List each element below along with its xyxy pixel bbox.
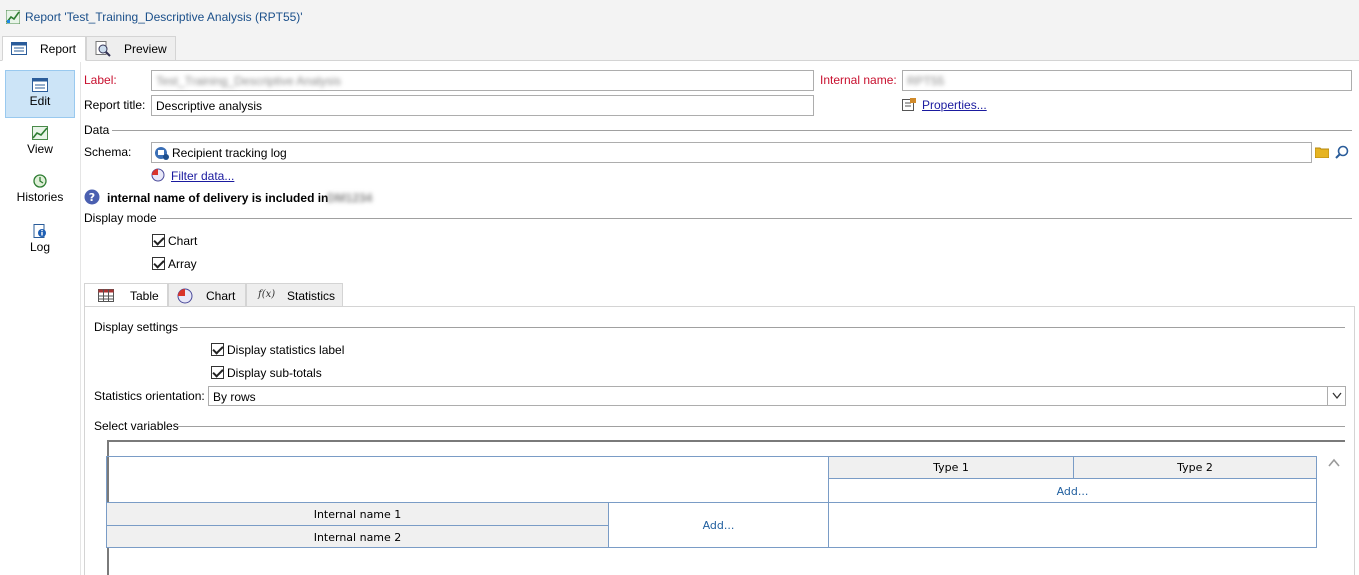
grid-data-cell: [828, 502, 1317, 548]
tab-statistics[interactable]: f(x) Statistics: [246, 283, 343, 307]
report-title-caption: Report title:: [84, 98, 146, 112]
internal-name-caption: Internal name:: [820, 73, 897, 87]
schema-caption: Schema:: [84, 145, 132, 159]
history-icon: [33, 174, 47, 188]
column-header-type-1[interactable]: Type 1: [828, 456, 1074, 479]
statistics-orientation-select[interactable]: By rows: [208, 386, 1346, 406]
tab-statistics-label: Statistics: [287, 289, 336, 303]
schema-input-value: Recipient tracking log: [172, 146, 287, 160]
display-chart-label: Chart: [168, 234, 198, 248]
display-mode-title: Display mode: [84, 211, 157, 225]
nav-item-histories[interactable]: Histories: [5, 168, 75, 212]
magnifier-icon: [95, 41, 111, 57]
row-add-link[interactable]: Add...: [609, 519, 828, 532]
filter-info-value: DM1234: [327, 191, 373, 205]
column-header-type-2-label: Type 2: [1177, 461, 1213, 474]
display-chart-checkbox[interactable]: [152, 234, 165, 247]
report-title-input-value: Descriptive analysis: [156, 99, 263, 113]
grid-corner-cell: [106, 456, 829, 503]
column-header-type-1-label: Type 1: [933, 461, 969, 474]
label-input[interactable]: Test_Training_Descriptive Analysis: [151, 70, 814, 91]
scroll-up-icon[interactable]: [1327, 456, 1341, 470]
window-title-bar: Report 'Test_Training_Descriptive Analys…: [0, 0, 1359, 33]
column-add-cell[interactable]: Add...: [828, 478, 1317, 503]
display-sub-totals-text: Display sub-totals: [227, 366, 322, 380]
log-info-icon: [33, 224, 46, 238]
display-settings-divider: [180, 327, 1345, 328]
display-statistics-label-checkbox[interactable]: [211, 343, 224, 356]
report-title-input[interactable]: Descriptive analysis: [151, 95, 814, 116]
nav-item-log[interactable]: Log: [5, 218, 75, 262]
row-header-internal-name-2[interactable]: Internal name 2: [106, 525, 609, 548]
display-sub-totals-checkbox[interactable]: [211, 366, 224, 379]
filter-data-link[interactable]: Filter data...: [171, 169, 234, 183]
report-chart-icon: [6, 10, 20, 24]
select-variables-divider: [178, 426, 1345, 427]
search-icon[interactable]: [1335, 145, 1349, 159]
svg-text:?: ?: [89, 191, 95, 204]
nav-item-view[interactable]: View: [5, 120, 75, 164]
tab-chart[interactable]: Chart: [168, 283, 246, 307]
filter-info-text: internal name of delivery is included in: [107, 191, 329, 205]
display-array-label: Array: [168, 257, 197, 271]
schema-input[interactable]: Recipient tracking log: [151, 142, 1312, 163]
tab-chart-label: Chart: [206, 289, 236, 303]
properties-icon: [902, 98, 916, 111]
nav-item-view-label: View: [27, 142, 53, 156]
window-title: Report 'Test_Training_Descriptive Analys…: [25, 10, 303, 24]
row-header-internal-name-1-label: Internal name 1: [313, 508, 402, 521]
dropdown-button[interactable]: [1327, 387, 1345, 405]
tab-preview[interactable]: Preview: [86, 36, 176, 61]
folder-icon[interactable]: [1315, 146, 1329, 158]
report-icon: [11, 42, 27, 55]
data-section-divider: [112, 130, 1352, 131]
tab-preview-label: Preview: [124, 42, 167, 56]
select-variables-title: Select variables: [94, 419, 179, 433]
row-header-internal-name-1[interactable]: Internal name 1: [106, 502, 609, 526]
nav-item-log-label: Log: [29, 240, 51, 254]
nav-item-histories-label: Histories: [16, 190, 64, 204]
row-add-cell[interactable]: Add...: [608, 502, 829, 548]
row-header-internal-name-2-label: Internal name 2: [313, 531, 402, 544]
function-icon: f(x): [258, 289, 276, 300]
tab-table-label: Table: [130, 289, 159, 303]
data-section-title: Data: [84, 123, 110, 137]
statistics-orientation-caption: Statistics orientation:: [94, 389, 205, 403]
column-add-link[interactable]: Add...: [829, 485, 1316, 498]
nav-divider: [80, 62, 81, 575]
internal-name-input-value: RPT55: [907, 74, 945, 88]
column-header-type-2[interactable]: Type 2: [1073, 456, 1317, 479]
display-mode-divider: [160, 218, 1352, 219]
tab-table[interactable]: Table: [84, 283, 168, 307]
nav-item-edit[interactable]: Edit: [5, 70, 75, 118]
tab-report[interactable]: Report: [2, 36, 86, 61]
label-caption: Label:: [84, 73, 117, 87]
chevron-down-icon: [1332, 392, 1342, 400]
chart-view-icon: [32, 126, 48, 140]
help-question-icon: ?: [84, 189, 100, 205]
statistics-orientation-value: By rows: [213, 390, 256, 404]
edit-form-icon: [32, 78, 48, 92]
schema-icon: [155, 147, 169, 160]
display-statistics-label-text: Display statistics label: [227, 343, 345, 357]
label-input-value: Test_Training_Descriptive Analysis: [156, 74, 341, 88]
display-settings-title: Display settings: [94, 320, 179, 334]
properties-link[interactable]: Properties...: [922, 98, 987, 112]
top-tab-strip: [0, 33, 1359, 61]
tab-report-label: Report: [40, 42, 77, 56]
display-array-checkbox[interactable]: [152, 257, 165, 270]
pie-chart-icon: [177, 288, 193, 304]
nav-item-edit-label: Edit: [29, 94, 51, 108]
table-grid-icon: [98, 289, 114, 302]
filter-icon: [151, 168, 165, 182]
internal-name-input[interactable]: RPT55: [902, 70, 1352, 91]
